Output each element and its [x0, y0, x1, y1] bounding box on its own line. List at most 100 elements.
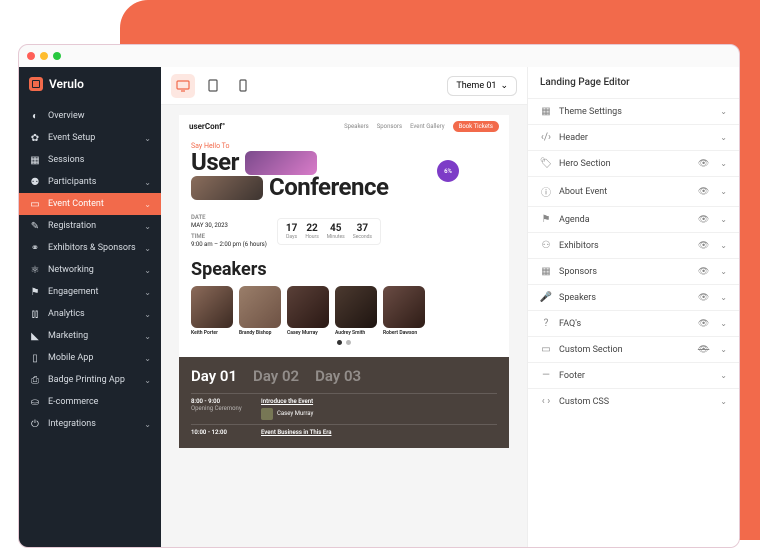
agenda-tab[interactable]: Day 01: [191, 367, 237, 385]
chevron-down-icon: ⌄: [720, 187, 727, 196]
device-tablet-button[interactable]: [201, 74, 225, 98]
avatar: [287, 286, 329, 328]
sidebar-item-engagement[interactable]: ⚑Engagement⌄: [19, 281, 161, 303]
speaker-card[interactable]: Robert Dawson: [383, 286, 425, 336]
carousel-dots[interactable]: [191, 336, 497, 349]
editor-section-faqs[interactable]: ?FAQ's👁⌄: [528, 310, 739, 336]
preview-cta-button[interactable]: Book Tickets: [453, 121, 499, 132]
editor-section-exhibitors[interactable]: ⚇Exhibitors👁⌄: [528, 232, 739, 258]
visibility-toggle-icon[interactable]: 👁: [698, 187, 709, 197]
agenda-tab[interactable]: Day 02: [253, 367, 299, 385]
hero-image: [245, 151, 317, 175]
editor-section-agenda[interactable]: ⚑Agenda👁⌄: [528, 206, 739, 232]
agenda-tab[interactable]: Day 03: [315, 367, 361, 385]
grid-icon: ▦: [29, 154, 41, 166]
editor-section-about[interactable]: ⓘAbout Event👁⌄: [528, 176, 739, 206]
theme-select[interactable]: Theme 01⌄: [447, 76, 517, 96]
sidebar-item-mobile-app[interactable]: ▯Mobile App⌄: [19, 347, 161, 369]
sidebar-item-overview[interactable]: ◐Overview: [19, 105, 161, 127]
editor-section-theme-settings[interactable]: ▦Theme Settings👁⌄: [528, 98, 739, 124]
section-label: Agenda: [559, 215, 590, 225]
sidebar-item-label: Badge Printing App: [48, 375, 125, 385]
preview-hero: Say Hello To User Conference 6%: [179, 138, 509, 208]
editor-section-footer[interactable]: —Footer👁⌄: [528, 362, 739, 388]
avatar: [239, 286, 281, 328]
speaker-name: Brandy Bishop: [239, 330, 281, 336]
preview-speakers: Speakers Keith Porter Brandy Bishop Case…: [179, 255, 509, 357]
section-label: Custom Section: [559, 345, 623, 355]
editor-section-speakers[interactable]: 🎤Speakers👁⌄: [528, 284, 739, 310]
close-window-icon[interactable]: [27, 52, 35, 60]
speaker-card[interactable]: Keith Porter: [191, 286, 233, 336]
sidebar-item-networking[interactable]: ⚛Networking⌄: [19, 259, 161, 281]
speaker-card[interactable]: Casey Murray: [287, 286, 329, 336]
speaker-card[interactable]: Audrey Smith: [335, 286, 377, 336]
sidebar-item-label: E-commerce: [48, 397, 98, 407]
preview-info-bar: DATEMAY 30, 2023TIME9:00 am – 2:00 pm (6…: [179, 208, 509, 254]
preview-logo: userConf°: [189, 122, 225, 131]
handshake-icon: ⚭: [29, 242, 41, 254]
sidebar-item-label: Sessions: [48, 155, 84, 165]
sidebar-item-label: Analytics: [48, 309, 85, 319]
chevron-down-icon: ⌄: [144, 134, 151, 143]
sidebar-item-sessions[interactable]: ▦ Sessions: [19, 149, 161, 171]
preview-nav-link[interactable]: Speakers: [344, 123, 369, 130]
editor-panel: Landing Page Editor ▦Theme Settings👁⌄ ‹/…: [527, 67, 739, 547]
printer-icon: ⎙: [29, 374, 41, 386]
sidebar-item-integrations[interactable]: ⏻Integrations⌄: [19, 413, 161, 435]
avatar: [261, 408, 273, 420]
minus-icon: —: [540, 370, 552, 381]
visibility-toggle-icon[interactable]: 👁: [698, 159, 709, 169]
brand: Verulo: [19, 67, 161, 105]
sidebar-item-label: Registration: [48, 221, 96, 231]
visibility-toggle-icon[interactable]: 👁: [698, 293, 709, 303]
sidebar-item-exhibitors-sponsors[interactable]: ⚭Exhibitors & Sponsors⌄: [19, 237, 161, 259]
editor-section-custom-css[interactable]: ‹ ›Custom CSS👁⌄: [528, 388, 739, 414]
preview-nav-link[interactable]: Sponsors: [377, 123, 402, 130]
sidebar-item-registration[interactable]: ✎Registration⌄: [19, 215, 161, 237]
sidebar-item-label: Overview: [48, 111, 84, 121]
grid-icon: ▦: [540, 266, 552, 277]
sidebar-item-label: Engagement: [48, 287, 98, 297]
sidebar-item-event-setup[interactable]: ✿Event Setup⌄: [19, 127, 161, 149]
device-mobile-button[interactable]: [231, 74, 255, 98]
editor-section-hero[interactable]: 🏷Hero Section👁⌄: [528, 150, 739, 176]
chevron-down-icon: ⌄: [720, 241, 727, 250]
chevron-down-icon: ⌄: [720, 345, 727, 354]
speaker-name: Audrey Smith: [335, 330, 377, 336]
sidebar-item-event-content[interactable]: ▭Event Content⌄: [19, 193, 161, 215]
chevron-down-icon: ⌄: [144, 354, 151, 363]
calendar-icon: ▭: [29, 198, 41, 210]
help-icon: ?: [540, 318, 552, 329]
minimize-window-icon[interactable]: [40, 52, 48, 60]
visibility-toggle-icon[interactable]: 👁: [698, 215, 709, 225]
sidebar-item-ecommerce[interactable]: ⛀ E-commerce: [19, 391, 161, 413]
chevron-down-icon: ⌄: [720, 267, 727, 276]
canvas-area: Theme 01⌄ userConf° Speakers Sponsors Ev…: [161, 67, 527, 547]
preview-nav: Speakers Sponsors Event Gallery: [344, 123, 445, 130]
preview-nav-link[interactable]: Event Gallery: [410, 123, 445, 130]
device-desktop-button[interactable]: [171, 74, 195, 98]
user-icon: ⚇: [540, 240, 552, 251]
editor-section-custom[interactable]: ▭Custom Section👁⌄: [528, 336, 739, 362]
visibility-toggle-icon[interactable]: 👁: [698, 345, 709, 355]
sidebar-item-analytics[interactable]: ⫾⫾Analytics⌄: [19, 303, 161, 325]
cart-icon: ⛀: [29, 396, 41, 408]
section-label: Footer: [559, 371, 585, 381]
visibility-toggle-icon[interactable]: 👁: [698, 241, 709, 251]
visibility-toggle-icon[interactable]: 👁: [698, 267, 709, 277]
sidebar-item-badge-printing[interactable]: ⎙Badge Printing App⌄: [19, 369, 161, 391]
editor-section-header[interactable]: ‹/›Header👁⌄: [528, 124, 739, 150]
sidebar-item-marketing[interactable]: ◣Marketing⌄: [19, 325, 161, 347]
maximize-window-icon[interactable]: [53, 52, 61, 60]
avatar: [335, 286, 377, 328]
preview-page: userConf° Speakers Sponsors Event Galler…: [179, 115, 509, 448]
chevron-down-icon: ⌄: [144, 178, 151, 187]
visibility-toggle-icon[interactable]: 👁: [698, 319, 709, 329]
editor-section-sponsors[interactable]: ▦Sponsors👁⌄: [528, 258, 739, 284]
speaker-card[interactable]: Brandy Bishop: [239, 286, 281, 336]
agenda-day-tabs: Day 01 Day 02 Day 03: [191, 367, 497, 385]
users-icon: ⚉: [29, 176, 41, 188]
sidebar-item-participants[interactable]: ⚉Participants⌄: [19, 171, 161, 193]
speaker-name: Keith Porter: [191, 330, 233, 336]
